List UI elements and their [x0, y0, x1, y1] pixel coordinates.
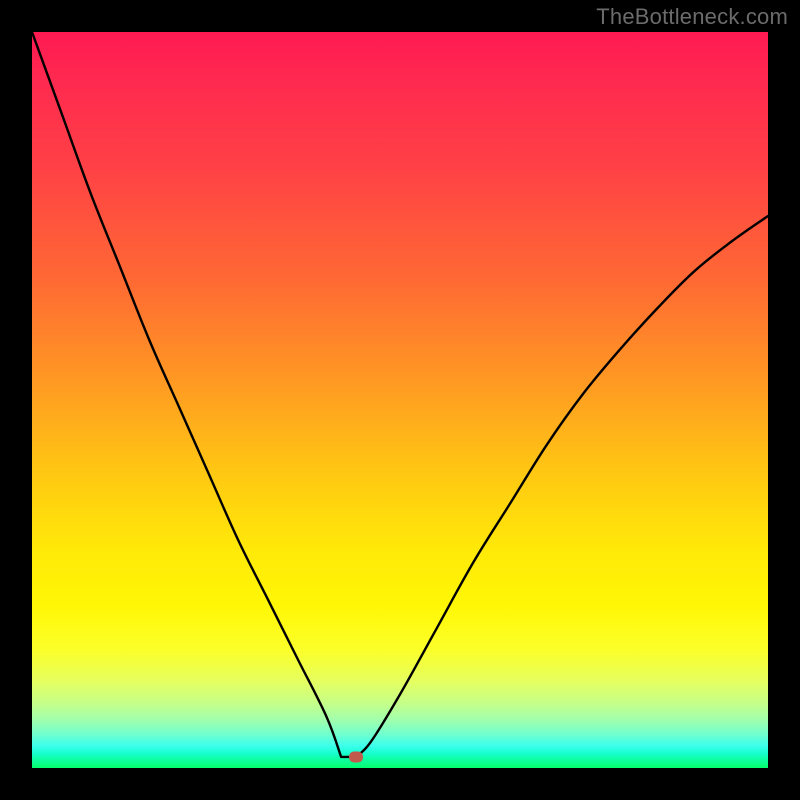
bottleneck-curve	[32, 32, 768, 757]
watermark-text: TheBottleneck.com	[596, 4, 788, 30]
optimal-point-marker	[349, 751, 363, 762]
chart-container: TheBottleneck.com	[0, 0, 800, 800]
plot-area	[32, 32, 768, 768]
curve-svg	[32, 32, 768, 768]
